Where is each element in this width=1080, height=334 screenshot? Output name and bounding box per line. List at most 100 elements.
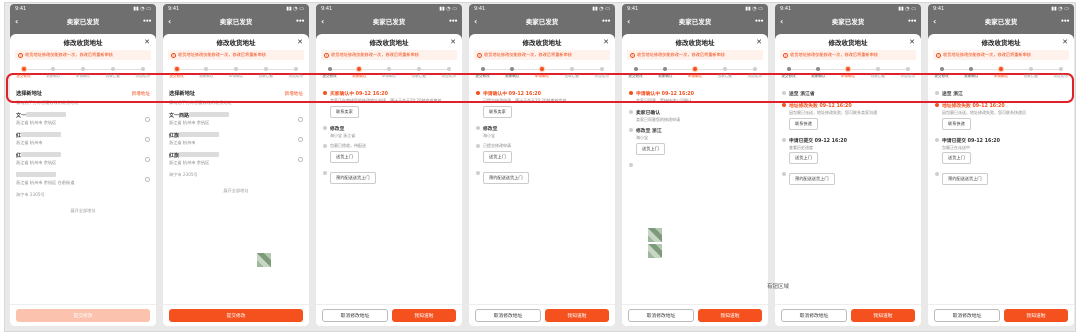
got-it-button[interactable]: 我知道啦 <box>392 309 456 322</box>
timeline-item: 预约配送送货上门 <box>934 171 1068 187</box>
timeline-action-button[interactable]: 预约配送送货上门 <box>330 171 376 184</box>
footer-bar: 提交修改 <box>10 304 156 326</box>
step-dot <box>752 67 757 71</box>
step-dot <box>416 67 421 71</box>
new-address-link[interactable]: 新增地址 <box>132 91 150 97</box>
radio-checkbox[interactable] <box>145 176 150 182</box>
phone-screen: 9:41 ▮▮ ◔ ▭ ‹ 卖家已发货 ••• 修改收货地址 ✕! 收货地址修改仅能修改一次，… <box>10 4 156 326</box>
status-time: 9:41 <box>627 6 639 12</box>
address-detail: 浙江省 杭州市 余杭区 <box>169 120 210 125</box>
timeline-action-button[interactable]: 联系快递 <box>942 117 971 130</box>
back-icon[interactable]: ‹ <box>168 17 171 26</box>
more-icon[interactable]: ••• <box>1060 18 1069 25</box>
step-dot <box>540 67 544 71</box>
select-tip: 请勾选下方你想要修改的收货地址 <box>169 100 232 105</box>
status-bar: 9:41 ▮▮ ◔ ▭ <box>469 4 615 14</box>
address-item[interactable]: 红旗 浙江省 杭州市 <box>169 132 303 146</box>
radio-checkbox[interactable] <box>145 116 150 122</box>
progress-step: 包裹拦截 <box>256 64 275 86</box>
cancel-modify-button[interactable]: 取消修改地址 <box>628 309 694 322</box>
timeline-action-button[interactable]: 联系卖家 <box>330 105 359 118</box>
address-item[interactable]: 浙江省 杭州市 余杭区 仓前街道 <box>16 172 150 186</box>
timeline-action-button[interactable]: 送货上门 <box>483 150 512 163</box>
cancel-modify-button[interactable]: 取消修改地址 <box>781 309 847 322</box>
back-icon[interactable]: ‹ <box>321 17 324 26</box>
notice-bar: ! 收货地址修改仅能修改一次，修改后将重新审核 <box>474 50 610 60</box>
cancel-modify-button[interactable]: 取消修改地址 <box>475 309 541 322</box>
back-icon[interactable]: ‹ <box>933 17 936 26</box>
timeline-item: 地址修改失败 09-12 16:20 因包裹已派送，地址修改失败，您可联系卖家沟通… <box>781 102 915 132</box>
timeline-action-button[interactable]: 预约配送送货上门 <box>942 173 988 185</box>
step-label: 申请确认 <box>228 74 244 78</box>
close-icon[interactable]: ✕ <box>756 38 762 46</box>
address-item[interactable]: 文一西路 浙江省 杭州市 余杭区 <box>169 112 303 126</box>
expand-all-link[interactable]: 展开全部地址 <box>16 208 150 214</box>
status-bar: 9:41 ▮▮ ◔ ▭ <box>775 4 921 14</box>
address-item[interactable]: 红旗 浙江省 杭州市 余杭区 <box>169 152 303 166</box>
close-icon[interactable]: ✕ <box>603 38 609 46</box>
sheet-header: 修改收货地址 ✕ <box>10 34 156 50</box>
submit-button[interactable]: 提交修改 <box>16 309 150 322</box>
got-it-button[interactable]: 我知道啦 <box>698 309 762 322</box>
expand-all-link[interactable]: 展开全部地址 <box>169 188 303 194</box>
more-icon[interactable]: ••• <box>601 18 610 25</box>
back-icon[interactable]: ‹ <box>780 17 783 26</box>
close-icon[interactable]: ✕ <box>450 38 456 46</box>
got-it-button[interactable]: 我知道啦 <box>1004 309 1068 322</box>
close-icon[interactable]: ✕ <box>297 38 303 46</box>
step-dot <box>510 67 515 71</box>
more-icon[interactable]: ••• <box>142 18 151 25</box>
step-label: 提交修改 <box>475 74 490 78</box>
radio-checkbox[interactable] <box>145 136 150 142</box>
address-name: 文一西路 <box>169 112 230 119</box>
address-item[interactable]: 红浙江省 杭州市 余杭区 <box>16 152 150 166</box>
radio-checkbox[interactable] <box>145 156 150 162</box>
cancel-modify-button[interactable]: 取消修改地址 <box>934 309 1000 322</box>
timeline-desc: 因包裹已派送，地址修改失败，您可联系快递员 <box>942 110 1026 115</box>
address-sheet: 修改收货地址 ✕! 收货地址修改仅能修改一次，修改后将重新审核 提交修改 卖家确认 申请确… <box>775 34 921 326</box>
step-dot <box>1058 67 1063 71</box>
radio-checkbox[interactable] <box>298 156 303 162</box>
select-title: 选择新地址 <box>16 91 42 97</box>
timeline-action-button[interactable]: 送货上门 <box>789 152 818 164</box>
step-label: 提交修改 <box>628 74 643 78</box>
more-icon[interactable]: ••• <box>754 18 763 25</box>
got-it-button[interactable]: 我知道啦 <box>545 309 609 322</box>
address-item[interactable]: 红浙江省 杭州市 <box>16 132 150 146</box>
close-icon[interactable]: ✕ <box>1062 38 1068 46</box>
timeline-action-button[interactable]: 预约配送送货上门 <box>789 173 835 185</box>
timeline-desc: 已提交修改申请，预计于今天20:20前审核完成 <box>483 98 567 103</box>
timeline-item: 申请已提交 09-12 16:20 包裹正在派送中 送货上门 <box>934 137 1068 167</box>
step-label: 卖家确认 <box>199 74 214 78</box>
warning-icon: ! <box>477 52 482 58</box>
radio-checkbox[interactable] <box>298 136 303 142</box>
close-icon[interactable]: ✕ <box>144 38 150 46</box>
timeline-action-button[interactable]: 送货上门 <box>636 142 665 155</box>
timeline-action-button[interactable]: 送货上门 <box>942 152 971 164</box>
cancel-modify-button[interactable]: 取消修改地址 <box>322 309 388 322</box>
back-icon[interactable]: ‹ <box>627 17 630 26</box>
timeline-action-button[interactable]: 联系卖家 <box>483 105 512 118</box>
got-it-button[interactable]: 我知道啦 <box>851 309 915 322</box>
submit-button[interactable]: 提交修改 <box>169 309 303 322</box>
new-address-link[interactable]: 新增地址 <box>285 91 303 97</box>
more-icon[interactable]: ••• <box>907 18 916 25</box>
address-item[interactable]: 文一 浙江省 杭州市 余杭区 <box>16 112 150 126</box>
timeline-action-button[interactable]: 送货上门 <box>330 150 359 163</box>
sheet-header: 修改收货地址 ✕ <box>775 34 921 50</box>
timeline-action-button[interactable]: 预约配送送货上门 <box>483 171 529 184</box>
sheet-title: 修改收货地址 <box>981 39 1021 47</box>
timeline-action-button[interactable]: 联系快递 <box>789 117 818 130</box>
close-icon[interactable]: ✕ <box>909 38 915 46</box>
back-icon[interactable]: ‹ <box>474 17 477 26</box>
status-bar: 9:41 ▮▮ ◔ ▭ <box>622 4 768 14</box>
radio-checkbox[interactable] <box>298 116 303 122</box>
more-icon[interactable]: ••• <box>295 18 304 25</box>
back-icon[interactable]: ‹ <box>15 17 18 26</box>
step-label: 提交修改 <box>16 74 31 78</box>
more-icon[interactable]: ••• <box>448 18 457 25</box>
signal-icon: ▮▮ ◔ ▭ <box>1051 6 1069 12</box>
progress-step: 卖家确认 <box>809 64 828 86</box>
step-dot <box>569 67 574 71</box>
sheet-header: 修改收货地址 ✕ <box>163 34 309 50</box>
